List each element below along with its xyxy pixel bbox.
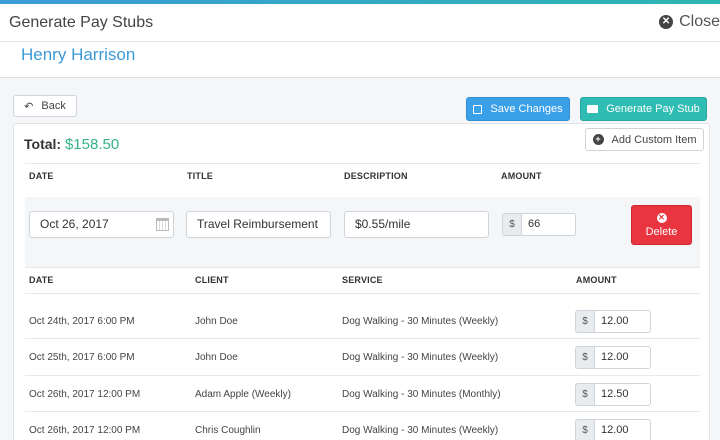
row-date: Oct 26th, 2017 12:00 PM bbox=[29, 425, 141, 436]
row-amount-field[interactable]: 12.00 bbox=[595, 310, 651, 333]
close-label: Close bbox=[679, 13, 720, 30]
custom-header-description: DESCRIPTION bbox=[344, 171, 408, 181]
save-label: Save Changes bbox=[490, 103, 563, 115]
delete-button[interactable]: ✕ Delete bbox=[631, 205, 692, 245]
add-custom-label: Add Custom Item bbox=[611, 133, 697, 146]
plus-icon: + bbox=[592, 134, 604, 145]
custom-date-field[interactable]: Oct 26, 2017 bbox=[29, 211, 174, 238]
save-changes-button[interactable]: Save Changes bbox=[466, 97, 570, 121]
custom-description-field[interactable]: $0.55/mile bbox=[344, 211, 489, 238]
person-name[interactable]: Henry Harrison bbox=[21, 45, 135, 65]
person-header: Henry Harrison bbox=[0, 42, 720, 78]
custom-date-value: Oct 26, 2017 bbox=[40, 217, 109, 231]
row-client: John Doe bbox=[195, 316, 238, 327]
close-button[interactable]: ✕ Close bbox=[659, 13, 720, 31]
row-service: Dog Walking - 30 Minutes (Weekly) bbox=[342, 425, 499, 436]
save-icon bbox=[473, 104, 483, 114]
total-value: $158.50 bbox=[64, 136, 120, 153]
items-header-client: CLIENT bbox=[195, 275, 229, 285]
row-currency-addon: $ bbox=[575, 383, 595, 406]
items-header-amount: AMOUNT bbox=[576, 275, 617, 285]
total-summary: Total: $158.50 bbox=[24, 136, 119, 153]
row-currency-addon: $ bbox=[575, 419, 595, 440]
delete-label: Delete bbox=[645, 225, 678, 238]
close-icon: ✕ bbox=[659, 15, 674, 29]
generate-label: Generate Pay Stub bbox=[606, 103, 700, 115]
custom-title-field[interactable]: Travel Reimbursement bbox=[186, 211, 331, 238]
row-client: Chris Coughlin bbox=[195, 425, 261, 436]
divider bbox=[25, 267, 700, 268]
briefcase-icon bbox=[587, 105, 599, 113]
row-client: John Doe bbox=[195, 352, 238, 363]
modal-title: Generate Pay Stubs bbox=[9, 14, 154, 31]
row-client: Adam Apple (Weekly) bbox=[195, 389, 291, 400]
items-header-service: SERVICE bbox=[342, 275, 383, 285]
custom-header-amount: AMOUNT bbox=[501, 171, 542, 181]
custom-amount-field[interactable]: 66 bbox=[522, 213, 576, 236]
divider bbox=[25, 338, 700, 339]
custom-currency-addon: $ bbox=[502, 213, 522, 236]
divider bbox=[25, 163, 700, 164]
row-currency-addon: $ bbox=[575, 310, 595, 333]
total-label: Total: bbox=[24, 136, 62, 152]
row-amount-field[interactable]: 12.00 bbox=[595, 419, 651, 440]
back-label: Back bbox=[41, 100, 66, 112]
add-custom-item-button[interactable]: + Add Custom Item bbox=[585, 128, 704, 151]
back-button[interactable]: ↶ Back bbox=[13, 95, 77, 117]
pay-stub-panel: Total: $158.50 + Add Custom Item DATE TI… bbox=[13, 123, 710, 440]
divider bbox=[25, 375, 700, 376]
row-date: Oct 25th, 2017 6:00 PM bbox=[29, 352, 135, 363]
delete-x-icon: ✕ bbox=[656, 212, 667, 223]
row-amount-field[interactable]: 12.50 bbox=[595, 383, 651, 406]
row-currency-addon: $ bbox=[575, 346, 595, 369]
generate-pay-stub-button[interactable]: Generate Pay Stub bbox=[580, 97, 707, 121]
row-service: Dog Walking - 30 Minutes (Monthly) bbox=[342, 389, 501, 400]
row-date: Oct 24th, 2017 6:00 PM bbox=[29, 316, 135, 327]
back-arrow-icon: ↶ bbox=[24, 100, 34, 113]
divider bbox=[25, 411, 700, 412]
custom-header-title: TITLE bbox=[187, 171, 213, 181]
divider bbox=[25, 293, 700, 294]
items-header-date: DATE bbox=[29, 275, 54, 285]
row-amount-field[interactable]: 12.00 bbox=[595, 346, 651, 369]
row-service: Dog Walking - 30 Minutes (Weekly) bbox=[342, 316, 499, 327]
row-service: Dog Walking - 30 Minutes (Weekly) bbox=[342, 352, 499, 363]
custom-header-date: DATE bbox=[29, 171, 54, 181]
calendar-icon[interactable] bbox=[156, 218, 169, 231]
modal-header: Generate Pay Stubs ✕ Close bbox=[0, 4, 720, 42]
row-date: Oct 26th, 2017 12:00 PM bbox=[29, 389, 141, 400]
